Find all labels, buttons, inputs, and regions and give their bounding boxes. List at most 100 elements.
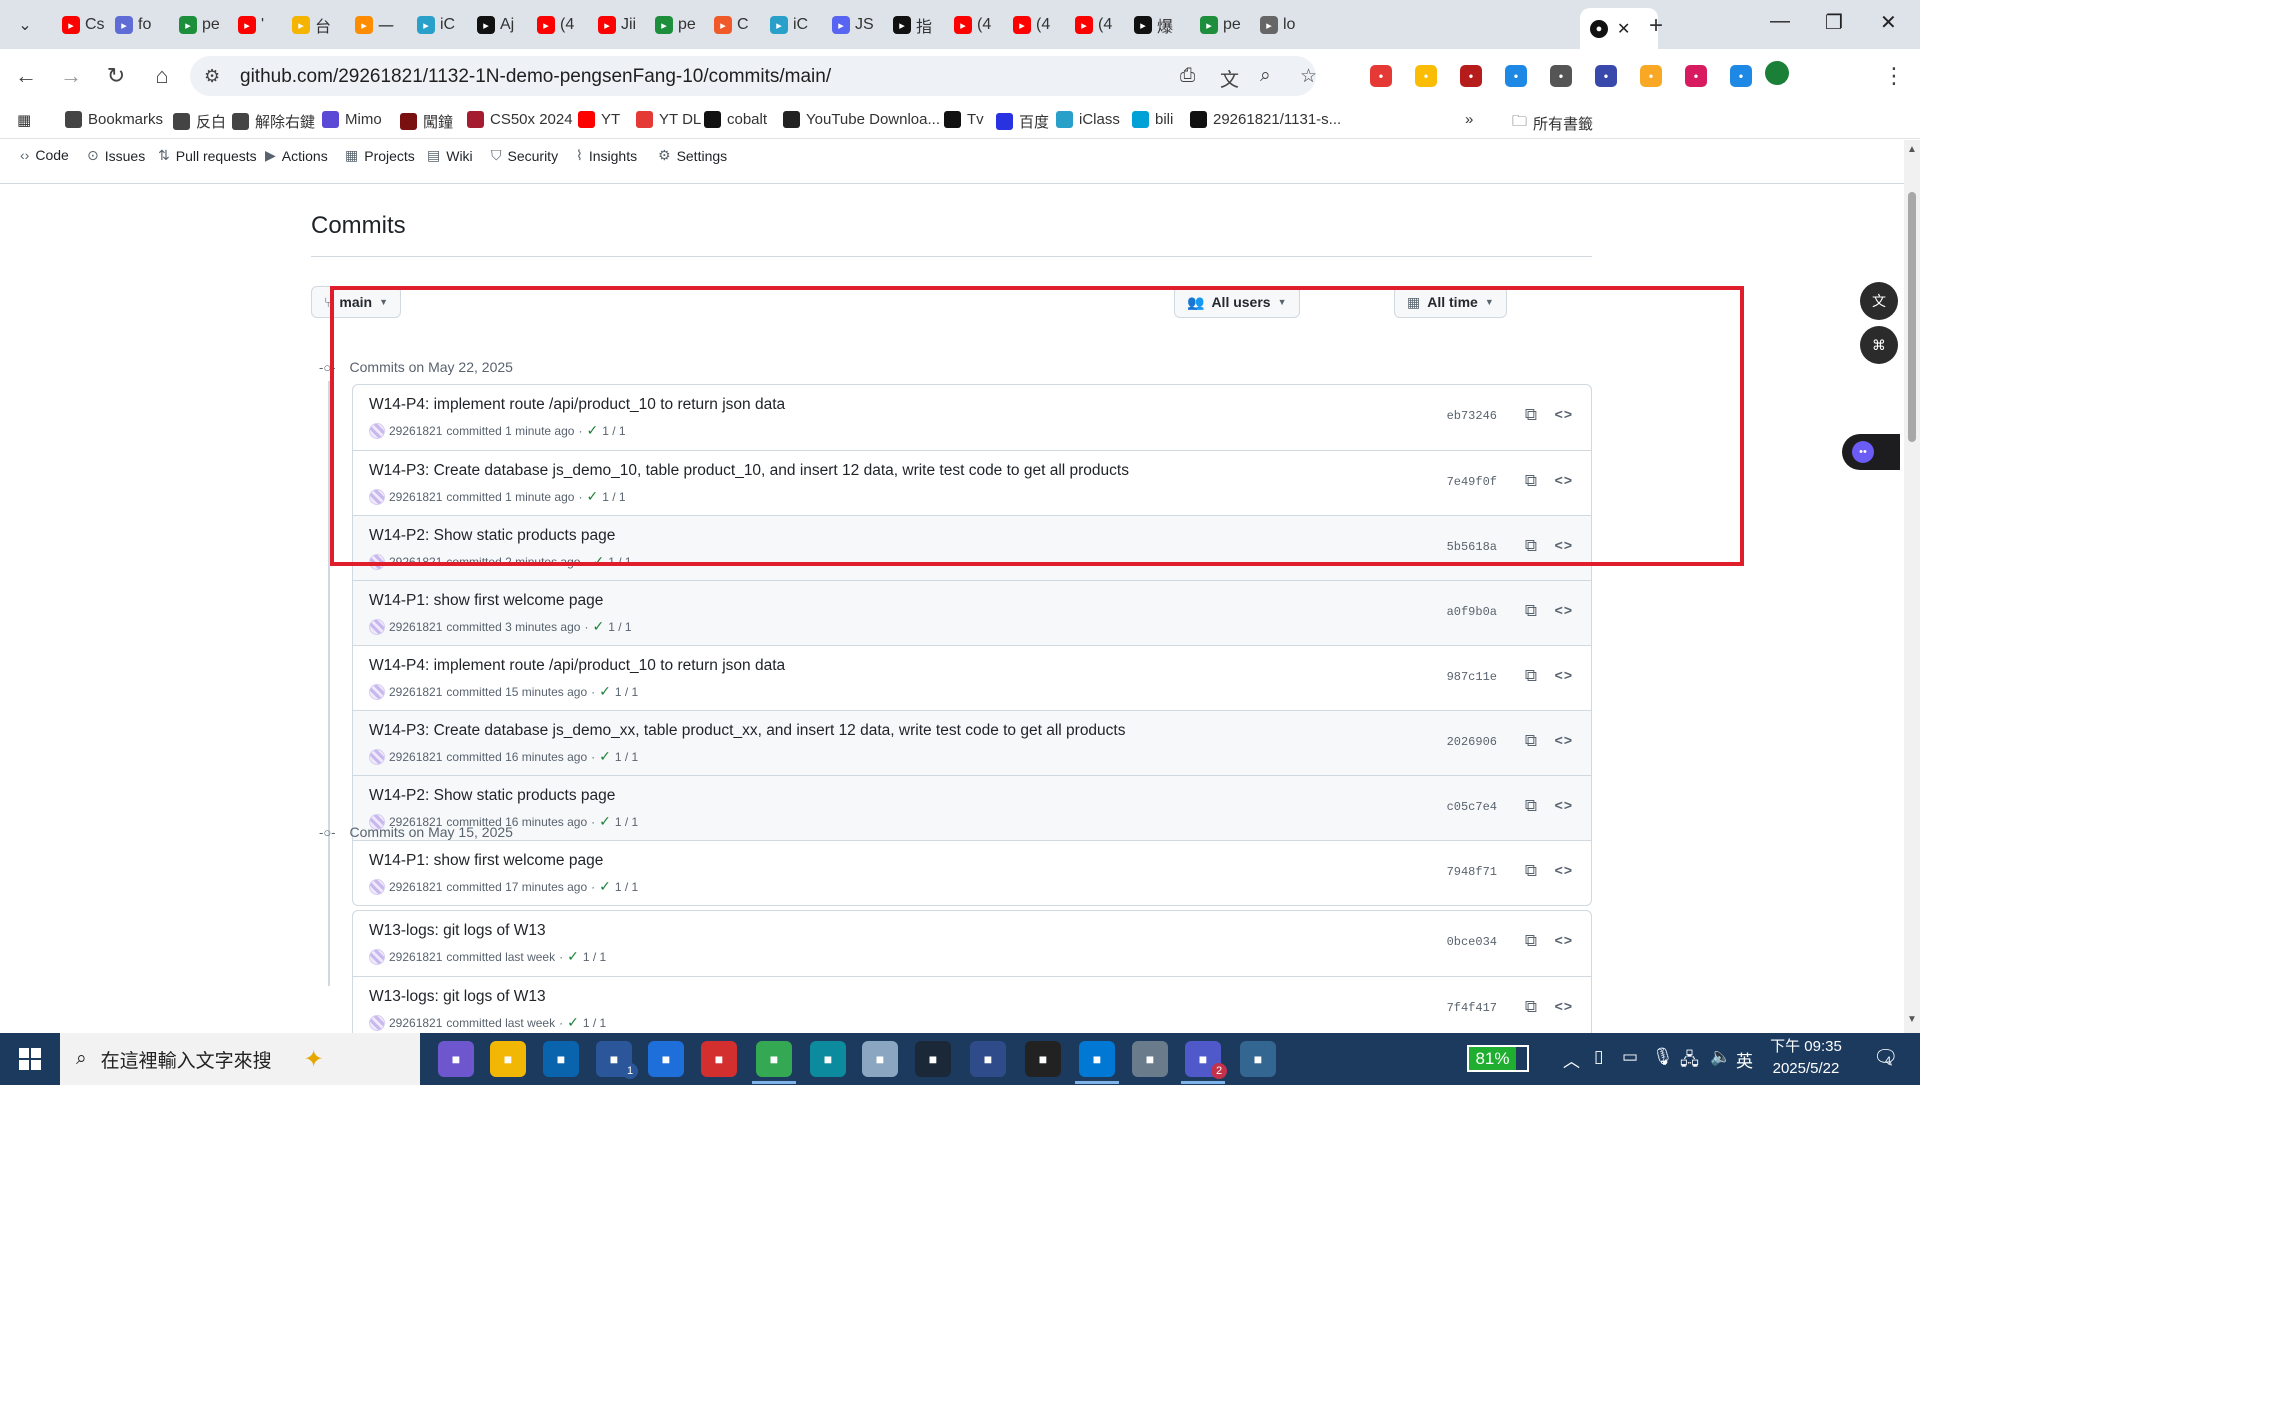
postgres-icon[interactable]: ■ <box>1240 1041 1276 1077</box>
tab-active-github[interactable]: ● ✕ <box>1580 8 1658 49</box>
steam-icon[interactable]: ■ <box>915 1041 951 1077</box>
copy-icon[interactable]: ⧉ <box>1525 796 1537 816</box>
repo-tab-security[interactable]: ⛉ Security <box>491 147 558 164</box>
checks-count[interactable]: 1 / 1 <box>615 815 638 829</box>
address-bar[interactable]: ⚙ github.com/29261821/1132-1N-demo-pengs… <box>190 56 1317 96</box>
browse-code-icon[interactable]: <> <box>1555 932 1573 948</box>
commit-row[interactable]: W14-P1: show first welcome page 29261821 c… <box>353 580 1591 645</box>
ublock-ext-icon[interactable]: • <box>1460 65 1482 87</box>
vscode-icon[interactable]: ■ <box>1079 1041 1115 1077</box>
tab-2[interactable]: ▸ pe <box>169 8 224 42</box>
scroll-down-icon[interactable]: ▼ <box>1907 1014 1917 1025</box>
commit-message-link[interactable]: W14-P4: implement route /api/product_10 … <box>369 657 785 675</box>
tab-6[interactable]: ▸ iC <box>407 8 462 42</box>
browse-code-icon[interactable]: <> <box>1555 602 1573 618</box>
tab-1[interactable]: ▸ fo <box>105 8 160 42</box>
commit-author[interactable]: 29261821 <box>389 1016 442 1030</box>
commit-author[interactable]: 29261821 <box>389 950 442 964</box>
tab-8[interactable]: ▸ (4 <box>527 8 582 42</box>
tab-10[interactable]: ▸ pe <box>645 8 700 42</box>
commit-message-link[interactable]: W14-P2: Show static products page <box>369 787 615 805</box>
assistant-float-pill[interactable]: •• <box>1842 434 1900 470</box>
checks-count[interactable]: 1 / 1 <box>615 750 638 764</box>
copilot-icon[interactable]: ■ <box>438 1041 474 1077</box>
tab-15[interactable]: ▸ (4 <box>944 8 999 42</box>
check-icon[interactable]: ✓ <box>599 748 611 765</box>
tab-3[interactable]: ▸ ' <box>228 8 283 42</box>
browser-menu-icon[interactable]: ⋮ <box>1880 63 1908 89</box>
commit-sha-link[interactable]: 7f4f417 <box>1447 1001 1497 1015</box>
vee-ext-icon[interactable]: • <box>1640 65 1662 87</box>
new-tab-button[interactable]: + <box>1649 12 1663 40</box>
tab-4[interactable]: ▸ 台 <box>282 8 337 42</box>
tab-0[interactable]: ▸ Cs <box>52 8 107 42</box>
bookmark-item[interactable]: 29261821/1131-s... <box>1190 111 1341 128</box>
bookmark-item[interactable]: YT <box>578 111 620 128</box>
all-bookmarks-folder[interactable]: 🗀 所有書籤 <box>1512 111 1593 136</box>
bookmark-item[interactable]: iClass <box>1056 111 1120 128</box>
commit-author[interactable]: 29261821 <box>389 685 442 699</box>
repo-tab-wiki[interactable]: ▤ Wiki <box>427 147 473 164</box>
zoom-icon[interactable]: ⌕ <box>1260 65 1271 87</box>
copy-icon[interactable]: ⧉ <box>1525 931 1537 951</box>
outlook-icon[interactable]: ■ <box>543 1041 579 1077</box>
battery-tray-icon[interactable]: ▭ <box>1622 1047 1638 1067</box>
tab-18[interactable]: ▸ 爆 <box>1124 8 1179 42</box>
volume-icon[interactable]: 🔈 <box>1710 1047 1731 1067</box>
copy-icon[interactable]: ⧉ <box>1525 861 1537 881</box>
bookmark-item[interactable]: cobalt <box>704 111 767 128</box>
commit-sha-link[interactable]: a0f9b0a <box>1447 605 1497 619</box>
tab-9[interactable]: ▸ Jii <box>588 8 643 42</box>
avatar[interactable] <box>369 748 385 765</box>
commit-author[interactable]: 29261821 <box>389 880 442 894</box>
browse-code-icon[interactable]: <> <box>1555 862 1573 878</box>
record-ext-icon[interactable]: • <box>1370 65 1392 87</box>
commit-message-link[interactable]: W14-P1: show first welcome page <box>369 592 603 610</box>
ime-indicator[interactable]: 英 <box>1736 1047 1753 1072</box>
bookmark-item[interactable]: 反白 <box>173 111 226 132</box>
commit-row[interactable]: W14-P2: Show static products page 2926182… <box>353 775 1591 840</box>
file-explorer-icon[interactable]: ■ <box>490 1041 526 1077</box>
commit-row[interactable]: W14-P1: show first welcome page 29261821 c… <box>353 840 1591 905</box>
bookmark-item[interactable]: 闖鐘 <box>400 111 453 132</box>
browse-code-icon[interactable]: <> <box>1555 797 1573 813</box>
avatar[interactable] <box>369 618 385 635</box>
install-app-icon[interactable]: ⎙ <box>1180 65 1195 87</box>
copy-icon[interactable]: ⧉ <box>1525 997 1537 1017</box>
bookmark-item[interactable]: Tv <box>944 111 984 128</box>
record-app-icon[interactable]: ■ <box>970 1041 1006 1077</box>
printer-icon[interactable]: ■ <box>1132 1041 1168 1077</box>
repo-tab-settings[interactable]: ⚙ Settings <box>658 147 727 164</box>
reload-button[interactable]: ↻ <box>102 63 130 89</box>
start-button[interactable] <box>0 1033 60 1085</box>
check-icon[interactable]: ✓ <box>567 948 579 965</box>
checks-count[interactable]: 1 / 1 <box>583 1016 606 1030</box>
tool-float-button[interactable]: ⌘ <box>1860 326 1898 364</box>
commit-sha-link[interactable]: 7948f71 <box>1447 865 1497 879</box>
bookmark-star-icon[interactable]: ☆ <box>1300 65 1317 88</box>
checks-count[interactable]: 1 / 1 <box>615 880 638 894</box>
scroll-up-icon[interactable]: ▲ <box>1907 144 1917 155</box>
edge-icon[interactable]: ■ <box>810 1041 846 1077</box>
commit-sha-link[interactable]: 2026906 <box>1447 735 1497 749</box>
commit-row[interactable]: W13-logs: git logs of W13 29261821 committ… <box>353 911 1591 976</box>
bookmark-item[interactable]: 百度 <box>996 111 1049 132</box>
commit-row[interactable]: W13-logs: git logs of W13 29261821 committ… <box>353 976 1591 1033</box>
check-icon[interactable]: ✓ <box>599 683 611 700</box>
battery-indicator[interactable]: 81% <box>1467 1045 1529 1072</box>
bookmark-item[interactable]: bili <box>1132 111 1173 128</box>
browse-code-icon[interactable]: <> <box>1555 732 1573 748</box>
tab-17[interactable]: ▸ (4 <box>1065 8 1120 42</box>
home-button[interactable]: ⌂ <box>148 63 176 89</box>
translate-float-button[interactable]: 文 <box>1860 282 1898 320</box>
copy-icon[interactable]: ⧉ <box>1525 666 1537 686</box>
page-scrollbar[interactable]: ▲ ▼ <box>1904 140 1920 1033</box>
repo-tab-code[interactable]: ‹› Code <box>20 147 69 163</box>
more-bookmarks-icon[interactable]: » <box>1465 111 1473 128</box>
check-icon[interactable]: ✓ <box>592 618 604 635</box>
bookmark-item[interactable]: 解除右鍵 <box>232 111 315 132</box>
scrollbar-thumb[interactable] <box>1908 192 1916 442</box>
minimize-button[interactable]: — <box>1770 10 1790 33</box>
bookmark-item[interactable]: Mimo <box>322 111 382 128</box>
commit-author[interactable]: 29261821 <box>389 620 442 634</box>
